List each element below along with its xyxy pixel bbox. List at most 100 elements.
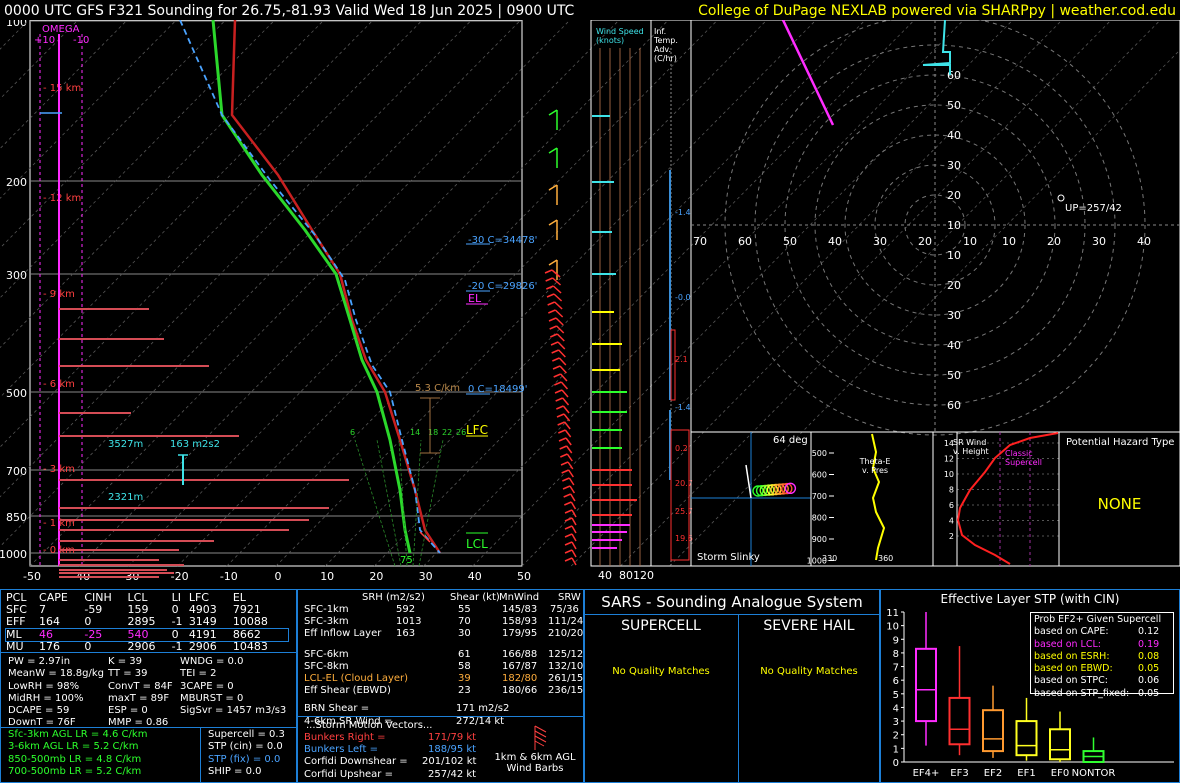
wind-speed-ticks: 40 80120	[598, 569, 654, 582]
hodo-y-label: 30	[947, 159, 961, 172]
lcl-label: LCL	[466, 537, 488, 551]
stp-category-label: EF1	[1017, 768, 1035, 779]
wind-barb	[566, 445, 573, 454]
hodo-x-label: 10	[963, 235, 977, 248]
sr-wind-frame	[932, 431, 1060, 567]
wind-barb	[555, 317, 564, 326]
theta-e-pres-label: 700	[812, 492, 827, 501]
wind-barb	[553, 293, 563, 302]
isotherm	[0, 20, 177, 199]
hodo-y-label: 20	[947, 189, 961, 202]
sr-wind-tick: 4	[949, 517, 954, 526]
lfc-label: LFC	[466, 423, 488, 437]
sr-wind-title: SR Wind v. Height	[953, 438, 989, 456]
storm-motion-title: ...Storm Motion Vectors...	[306, 720, 433, 731]
stp-category-label: EF3	[950, 768, 968, 779]
eff-depth-label: 3527m	[108, 439, 143, 450]
parcel-row-ml[interactable]: ML 46 -25 540 0 4191 8662	[5, 627, 289, 642]
mixing-ratio-label: 22	[442, 428, 452, 437]
prob-ef2-text: Prob EF2+ Given Supercell based on CAPE:…	[1034, 614, 1162, 699]
hodo-x-label: 20	[918, 235, 932, 248]
wind-barb	[570, 493, 576, 502]
hazard-value: NONE	[1097, 495, 1142, 513]
theta-e-title: Theta-E v. Pres	[859, 457, 891, 475]
isotherm	[374, 20, 915, 567]
sars-hail-heading: SEVERE HAIL	[763, 618, 855, 634]
stp-y-label: 10	[886, 622, 899, 633]
isotherm	[275, 20, 817, 567]
wind-barb	[562, 397, 570, 406]
mixing-ratio-line	[354, 439, 396, 567]
wind-barb	[568, 477, 575, 486]
stp-y-label: 8	[893, 649, 899, 660]
pressure-label: 700	[6, 465, 27, 478]
hodograph: 70 60 50 40 30 20 10 10 20 30 40605040302010102030…	[691, 20, 1180, 436]
hodo-y-label: 10	[947, 219, 961, 232]
mixing-ratio-label: 14	[410, 428, 420, 437]
pressure-label: 200	[6, 176, 27, 189]
wind-barb	[558, 349, 566, 358]
stp-category-label: NONTOR	[1072, 768, 1116, 779]
wind-barb	[559, 365, 567, 374]
omega-tick: +10	[34, 35, 55, 46]
temp-axis-label: -10	[220, 570, 238, 583]
sr-wind-tick: 10	[944, 470, 954, 479]
pressure-label: 300	[6, 269, 27, 282]
mixing-ratio-line	[376, 439, 402, 567]
kinematics-row: SFC-8km 58 167/87 132/10	[304, 660, 584, 672]
agl-wind-barbs	[534, 725, 547, 750]
hodo-y-label: 10	[947, 249, 961, 262]
wind-barb	[556, 333, 565, 342]
height-label: - 12 km	[43, 193, 81, 204]
temp-axis-label: 30	[419, 570, 433, 583]
wind-barb	[571, 549, 577, 558]
sars-supercell-matches: No Quality Matches	[612, 666, 710, 677]
stp-y-label: 5	[893, 690, 899, 701]
isotherm	[472, 20, 1014, 567]
kinematics-header: SRH (m2/s2) Shear (kt) MnWind SRW	[362, 592, 581, 603]
omega-tick: -10	[73, 35, 89, 46]
adv-value: 20.7	[675, 479, 693, 488]
isotherm	[29, 20, 571, 567]
wind-barb	[562, 405, 570, 414]
pressure-label: 1000	[0, 548, 27, 561]
hodo-y-label: 60	[947, 399, 961, 412]
kinematics-row: SFC-6km 61 166/88 125/12	[304, 648, 584, 660]
theta-e-profile	[871, 433, 886, 561]
isotherm	[0, 20, 226, 249]
wind-barb	[561, 389, 569, 398]
hodo-y-label: 20	[947, 279, 961, 292]
wind-barb	[567, 461, 574, 470]
wind-barb	[557, 341, 566, 350]
stp-y-label: 2	[893, 731, 899, 742]
wind-barb	[552, 285, 562, 294]
wind-barb	[560, 381, 569, 390]
kinematics-row: Eff Shear (EBWD) 23 180/66 236/15	[304, 685, 584, 697]
hodo-y-label: 40	[947, 129, 961, 142]
hazard-title: Potential Hazard Type	[1066, 437, 1175, 448]
wind-barb	[551, 269, 561, 278]
temp-axis-label: 50	[517, 570, 531, 583]
credit-text: College of DuPage NEXLAB powered via SHA…	[698, 3, 1176, 19]
kinematics-row: LCL-EL (Cloud Layer) 39 182/80 261/15	[304, 672, 584, 684]
wind-barb	[565, 437, 572, 446]
theta-e-pres-label: 800	[812, 514, 827, 523]
wind-barb	[566, 453, 573, 462]
dewpoint-trace	[211, 20, 412, 554]
indices-col3: WNDG = 0.0 TEI = 2 3CAPE = 0 MBURST = 0 SigS…	[180, 656, 287, 717]
temperature-trace	[230, 20, 442, 554]
temp-adv-title: Inf. Temp. Adv.(C/hr)	[654, 27, 678, 63]
storm-slinky	[691, 432, 811, 566]
wind-barb	[571, 533, 577, 542]
depth2-label: 2321m	[108, 492, 143, 503]
slinky-title: Storm Slinky	[697, 552, 760, 563]
omega-label: OMEGA	[42, 24, 80, 35]
minus20-label: -20 C=29826'	[468, 281, 537, 292]
minus30-label: -30 C=34478'	[468, 235, 537, 246]
stp-y-label: 9	[893, 635, 899, 646]
adv-value: -1.4	[675, 208, 691, 217]
hodo-x-label: 70	[693, 235, 707, 248]
stp-box	[1015, 720, 1038, 757]
zero-c-label: 0 C=18499'	[468, 384, 527, 395]
sars-hail-matches: No Quality Matches	[760, 666, 858, 677]
